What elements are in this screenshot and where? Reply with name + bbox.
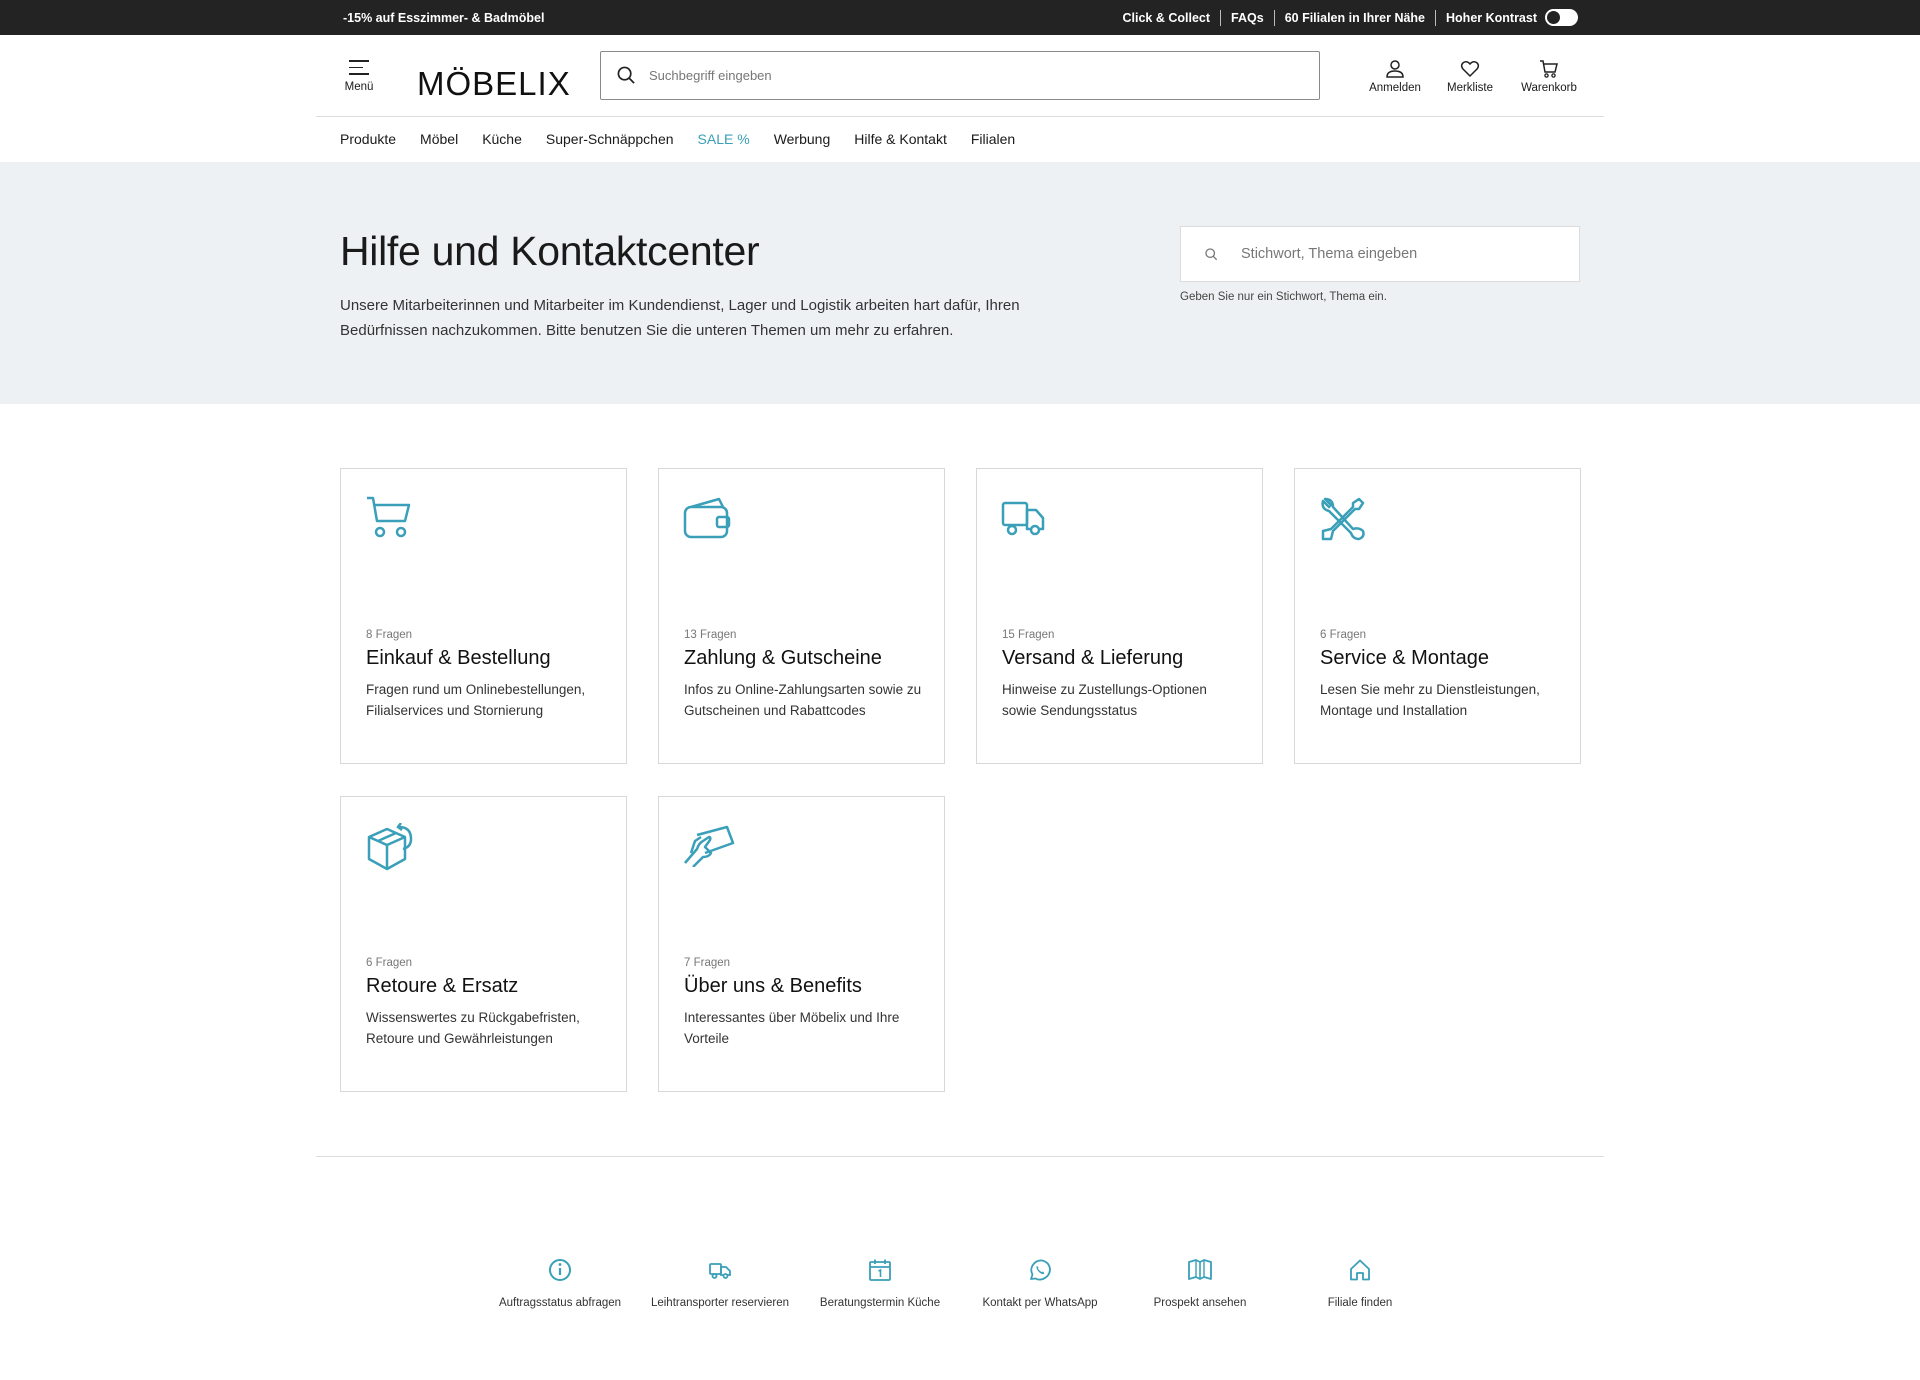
topic-card-ueber-uns[interactable]: 7 Fragen Über uns & Benefits Interessant… (658, 796, 945, 1092)
search-icon[interactable] (617, 66, 636, 85)
quicklink-label: Auftragsstatus abfragen (498, 1297, 622, 1309)
topic-card-einkauf[interactable]: 8 Fragen Einkauf & Bestellung Fragen run… (340, 468, 627, 764)
login-button[interactable]: Anmelden (1360, 59, 1430, 94)
topic-card-zahlung[interactable]: 13 Fragen Zahlung & Gutscheine Infos zu … (658, 468, 945, 764)
faqs-link[interactable]: FAQs (1221, 9, 1275, 26)
hero-section: Hilfe und Kontaktcenter Unsere Mitarbeit… (0, 162, 1920, 404)
topic-card-versand[interactable]: 15 Fragen Versand & Lieferung Hinweise z… (976, 468, 1263, 764)
nav-item-hilfe-kontakt[interactable]: Hilfe & Kontakt (854, 131, 947, 147)
top-links: Click & Collect FAQs 60 Filialen in Ihre… (1123, 9, 1578, 26)
card-description: Infos zu Online-Zahlungsarten sowie zu G… (684, 682, 922, 718)
search-bar (600, 51, 1320, 100)
logo[interactable]: MÖBELIX (417, 65, 571, 103)
quicklink-whatsapp[interactable]: Kontakt per WhatsApp (970, 1258, 1110, 1312)
truck-icon (1001, 501, 1045, 536)
quicklink-order-status[interactable]: Auftragsstatus abfragen (490, 1258, 630, 1312)
card-title: Retoure & Ersatz (366, 975, 519, 997)
card-description: Hinweise zu Zustellungs-Optionen sowie S… (1002, 682, 1207, 718)
menu-label: Menü (344, 80, 374, 93)
question-count: 7 Fragen (684, 957, 731, 969)
wishlist-label: Merkliste (1446, 82, 1493, 94)
calendar-icon (869, 1259, 891, 1281)
quicklink-label: Leihtransporter reservieren (650, 1297, 790, 1309)
card-title: Versand & Lieferung (1002, 647, 1184, 669)
question-count: 8 Fragen (366, 629, 413, 641)
card-hand-icon (684, 825, 735, 867)
topic-card-service[interactable]: 6 Fragen Service & Montage Lesen Sie meh… (1294, 468, 1581, 764)
cart-icon (367, 496, 411, 538)
login-label: Anmelden (1369, 82, 1421, 94)
menu-button[interactable]: Menü (339, 60, 379, 93)
high-contrast-label: Hoher Kontrast (1446, 10, 1537, 25)
card-title: Über uns & Benefits (684, 975, 862, 997)
header-divider (316, 116, 1604, 117)
help-search-hint: Geben Sie nur ein Stichwort, Thema ein. (1180, 291, 1387, 303)
house-icon (1350, 1259, 1370, 1281)
card-title: Zahlung & Gutscheine (684, 647, 882, 669)
help-search-bar (1180, 226, 1580, 282)
topic-card-retoure[interactable]: 6 Fragen Retoure & Ersatz Wissenswertes … (340, 796, 627, 1092)
user-icon (1386, 60, 1404, 78)
page-title: Hilfe und Kontaktcenter (340, 228, 760, 274)
cart-button[interactable]: Warenkorb (1514, 59, 1584, 94)
header: Menü MÖBELIX Anmelden Merkliste Warenkor… (0, 35, 1920, 117)
wallet-icon (683, 497, 731, 539)
search-icon[interactable] (1205, 248, 1218, 261)
quicklink-brochure[interactable]: Prospekt ansehen (1130, 1258, 1270, 1312)
card-description: Lesen Sie mehr zu Dienstleistungen, Mont… (1320, 682, 1540, 718)
nav-item-super-schnaeppchen[interactable]: Super-Schnäppchen (546, 131, 674, 147)
quicklink-transporter[interactable]: Leihtransporter reservieren (650, 1258, 790, 1312)
main-nav: Produkte Möbel Küche Super-Schnäppchen S… (340, 131, 1039, 147)
card-description: Wissenswertes zu Rückgabefristen, Retour… (366, 1010, 580, 1046)
cart-label: Warenkorb (1521, 82, 1577, 94)
hero-text: Unsere Mitarbeiterinnen und Mitarbeiter … (340, 297, 1020, 339)
heart-icon (1460, 61, 1480, 78)
info-icon (549, 1259, 571, 1281)
nav-item-werbung[interactable]: Werbung (774, 131, 831, 147)
search-input[interactable] (649, 52, 1299, 99)
help-search-input[interactable] (1241, 227, 1561, 281)
tools-icon (1321, 497, 1365, 541)
promo-link[interactable]: -15% auf Esszimmer- & Badmöbel (343, 11, 544, 25)
whatsapp-icon (1030, 1259, 1051, 1281)
truck-icon (709, 1263, 731, 1279)
card-title: Einkauf & Bestellung (366, 647, 551, 669)
quicklink-label: Prospekt ansehen (1153, 1297, 1247, 1309)
quicklink-kitchen-appointment[interactable]: Beratungstermin Küche (810, 1258, 950, 1312)
cart-icon (1540, 60, 1558, 78)
stores-nearby-link[interactable]: 60 Filialen in Ihrer Nähe (1275, 9, 1437, 26)
box-return-icon (367, 823, 413, 871)
wishlist-button[interactable]: Merkliste (1440, 59, 1500, 94)
card-title: Service & Montage (1320, 647, 1489, 669)
quicklink-label: Beratungstermin Küche (819, 1297, 941, 1309)
nav-item-filialen[interactable]: Filialen (971, 131, 1015, 147)
menu-icon (349, 60, 369, 75)
quicklink-label: Filiale finden (1327, 1297, 1393, 1309)
quicklink-label: Kontakt per WhatsApp (982, 1297, 1098, 1309)
question-count: 13 Fragen (684, 629, 737, 641)
nav-item-kueche[interactable]: Küche (482, 131, 522, 147)
nav-item-sale[interactable]: SALE % (698, 131, 750, 147)
card-description: Fragen rund um Onlinebestellungen, Filia… (366, 682, 586, 718)
question-count: 6 Fragen (1320, 629, 1367, 641)
high-contrast-toggle[interactable] (1545, 9, 1578, 26)
question-count: 15 Fragen (1002, 629, 1055, 641)
question-count: 6 Fragen (366, 957, 413, 969)
footer-divider (316, 1156, 1604, 1157)
card-description: Interessantes über Möbelix und Ihre Vort… (684, 1010, 900, 1046)
nav-item-produkte[interactable]: Produkte (340, 131, 396, 147)
nav-item-moebel[interactable]: Möbel (420, 131, 458, 147)
top-bar: -15% auf Esszimmer- & Badmöbel Click & C… (0, 0, 1920, 35)
click-collect-link[interactable]: Click & Collect (1123, 9, 1222, 26)
quicklink-find-store[interactable]: Filiale finden (1290, 1258, 1430, 1312)
book-icon (1188, 1259, 1212, 1280)
